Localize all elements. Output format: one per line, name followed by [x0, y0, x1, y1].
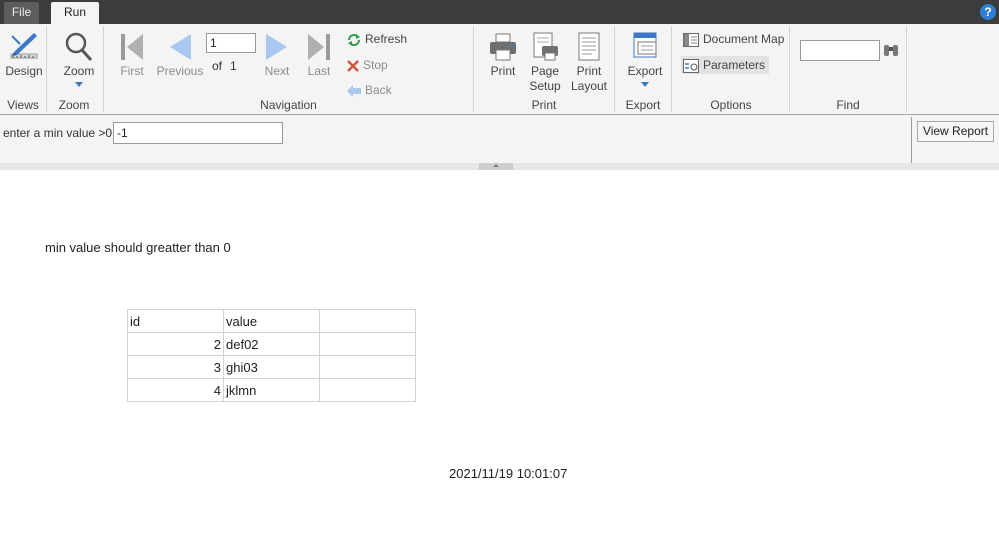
help-icon[interactable]: ? [980, 4, 996, 20]
page-setup-button[interactable]: Page Setup [526, 32, 564, 94]
print-button[interactable]: Print [485, 32, 521, 79]
document-map-icon [683, 32, 699, 47]
empty-cell [319, 355, 416, 379]
table-row: 4 jklmn [127, 378, 416, 402]
print-layout-button[interactable]: Print Layout [569, 32, 609, 94]
print-layout-icon [578, 32, 600, 61]
options-group-label: Options [710, 98, 752, 112]
previous-label: Previous [156, 64, 204, 78]
first-label: First [120, 64, 144, 78]
refresh-button[interactable]: Refresh [347, 30, 407, 48]
id-cell: 4 [127, 378, 224, 402]
last-label: Last [307, 64, 331, 78]
print-layout-label-1: Print [576, 64, 602, 78]
page-number-input[interactable] [206, 33, 256, 53]
binoculars-icon[interactable] [883, 43, 899, 57]
document-map-button[interactable]: Document Map [683, 30, 784, 48]
view-report-button[interactable]: View Report [917, 121, 994, 142]
min-value-input[interactable] [113, 122, 283, 144]
refresh-icon [348, 33, 360, 46]
tab-file[interactable]: File [4, 2, 39, 24]
report-timestamp: 2021/11/19 10:01:07 [449, 466, 568, 481]
arrow-right-icon [266, 34, 287, 60]
page-setup-label-1: Page [530, 64, 560, 78]
splitter[interactable] [0, 163, 999, 170]
table-header-cell: id [127, 309, 224, 333]
stop-label: Stop [363, 58, 388, 72]
print-label: Print [490, 64, 516, 78]
page-setup-icon [533, 32, 558, 61]
tab-bar: File Run ? [0, 0, 999, 24]
ribbon: Design Views Zoom Zoom First Previous of… [0, 24, 999, 115]
parameters-label: Parameters [703, 58, 766, 72]
parameters-bar: enter a min value >0 View Report [0, 115, 999, 163]
id-cell: 3 [127, 355, 224, 379]
empty-cell [319, 378, 416, 402]
parameters-button[interactable]: Parameters [681, 56, 770, 74]
chevron-down-icon [641, 82, 649, 87]
navigation-group-label: Navigation [260, 98, 317, 112]
tab-run[interactable]: Run [51, 2, 99, 24]
export-icon [633, 32, 657, 58]
value-cell: jklmn [223, 378, 320, 402]
views-group-label: Views [7, 98, 39, 112]
id-cell: 2 [127, 332, 224, 356]
first-page-icon [121, 34, 143, 60]
report-area: min value should greatter than 0 id valu… [0, 170, 999, 559]
find-group-label: Find [836, 98, 860, 112]
stop-button[interactable]: Stop [347, 56, 388, 74]
report-message: min value should greatter than 0 [45, 240, 231, 255]
table-row: 2 def02 [127, 332, 416, 356]
design-icon [10, 33, 38, 59]
last-page-button[interactable]: Last [302, 32, 336, 79]
collapse-grip-icon[interactable] [479, 163, 513, 170]
printer-icon [490, 33, 516, 61]
of-label: of [212, 59, 223, 73]
back-label: Back [365, 83, 392, 97]
parameters-icon [683, 58, 699, 73]
value-cell: ghi03 [223, 355, 320, 379]
back-button[interactable]: Back [347, 81, 392, 99]
data-table: id value 2 def02 3 ghi03 4 jklmn [127, 309, 416, 402]
chevron-down-icon [75, 82, 83, 87]
print-layout-label-2: Layout [570, 79, 608, 93]
zoom-icon [65, 32, 93, 62]
refresh-label: Refresh [365, 32, 408, 46]
back-arrow-icon [347, 84, 361, 97]
export-button[interactable]: Export [624, 32, 666, 87]
table-header-row: id value [127, 309, 416, 333]
previous-page-button[interactable]: Previous [155, 32, 205, 79]
arrow-left-icon [170, 34, 191, 60]
find-input[interactable] [800, 40, 880, 61]
first-page-button[interactable]: First [114, 32, 150, 79]
table-header-cell [319, 309, 416, 333]
zoom-button[interactable]: Zoom [60, 30, 98, 87]
zoom-group-label: Zoom [58, 98, 90, 112]
design-label: Design [5, 64, 43, 78]
divider [906, 26, 907, 112]
design-button[interactable]: Design [4, 30, 44, 79]
last-page-icon [308, 34, 330, 60]
table-header-cell: value [223, 309, 320, 333]
table-row: 3 ghi03 [127, 355, 416, 379]
divider [911, 117, 912, 163]
empty-cell [319, 332, 416, 356]
document-map-label: Document Map [703, 32, 785, 46]
next-label: Next [264, 64, 290, 78]
zoom-label: Zoom [63, 64, 95, 78]
next-page-button[interactable]: Next [262, 32, 292, 79]
export-label: Export [627, 64, 663, 78]
total-pages: 1 [230, 59, 237, 73]
print-group-label: Print [531, 98, 557, 112]
close-icon [347, 59, 359, 72]
parameter-label: enter a min value >0 [3, 126, 113, 140]
page-setup-label-2: Setup [529, 79, 561, 93]
export-group-label: Export [625, 98, 661, 112]
value-cell: def02 [223, 332, 320, 356]
